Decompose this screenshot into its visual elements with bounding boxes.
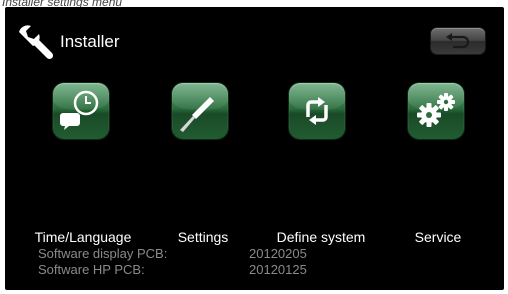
define-system-tile[interactable]: [289, 83, 345, 139]
menu-label-define-system: Define system: [276, 229, 366, 245]
settings-tile[interactable]: [172, 83, 228, 139]
info-value-display-pcb: 20120205: [249, 246, 307, 261]
page-title: Installer: [60, 32, 120, 51]
service-tile[interactable]: [408, 83, 464, 139]
back-button[interactable]: [431, 28, 485, 54]
info-label-display-pcb: Software display PCB:: [38, 246, 168, 261]
cycle-arrows-icon: [306, 97, 328, 125]
back-arrow-icon: [446, 33, 470, 49]
menu-label-settings: Settings: [177, 229, 229, 245]
info-value-hp-pcb: 20120125: [249, 262, 307, 277]
screwdriver-icon: [180, 97, 214, 132]
time-language-tile[interactable]: [53, 83, 109, 139]
installer-screen: Installer Time/Language Settings Define …: [5, 7, 504, 290]
menu-label-time-language: Time/Language: [34, 229, 132, 245]
clock-speech-icon: [60, 90, 99, 130]
info-label-hp-pcb: Software HP PCB:: [38, 262, 145, 277]
menu-label-service: Service: [414, 229, 462, 245]
wrench-icon: [15, 22, 55, 62]
gears-icon: [417, 93, 455, 127]
